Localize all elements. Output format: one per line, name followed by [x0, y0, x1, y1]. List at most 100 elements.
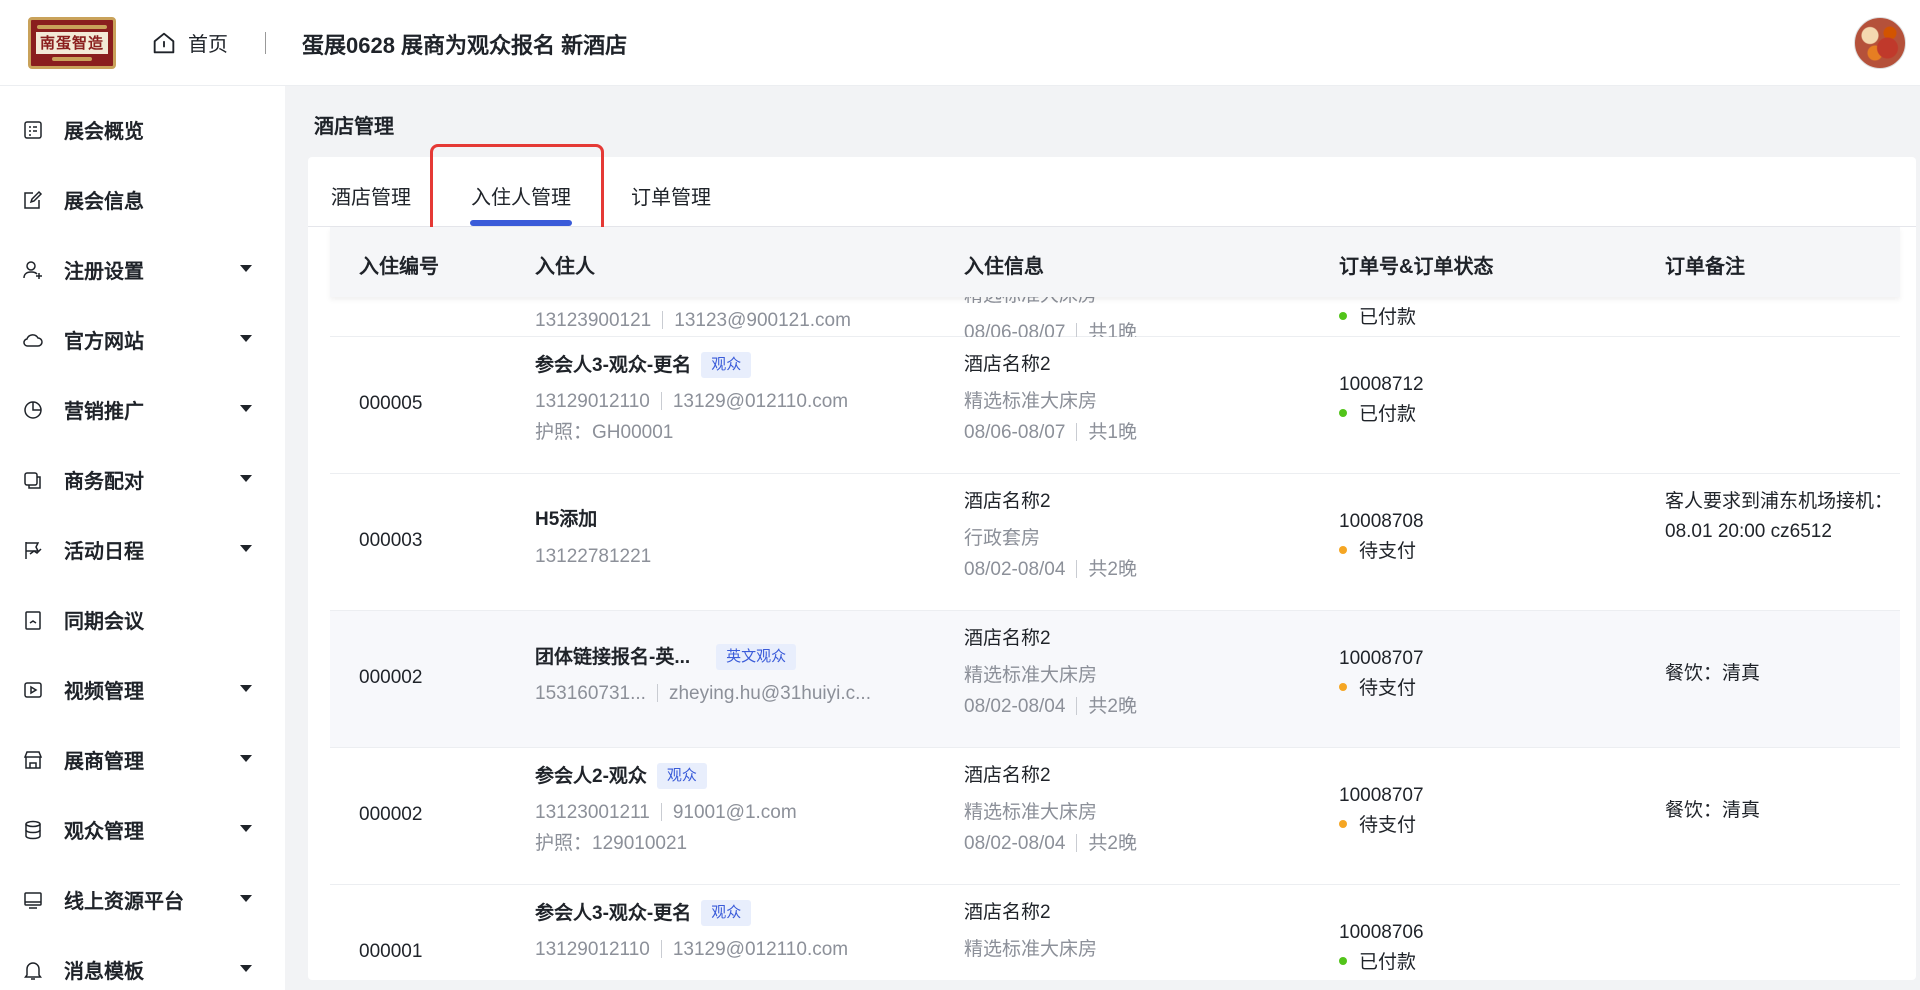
home-link[interactable]: 首页: [150, 28, 228, 57]
guest-id: 000001: [359, 941, 423, 962]
content-panel: 酒店管理 入住人管理 订单管理 入住编号 入住人 入住信息 订单号&订单状态 订…: [308, 157, 1916, 980]
sidebar-item-conferences[interactable]: 同期会议: [0, 594, 285, 644]
order-remark: 餐饮：清真: [1665, 800, 1761, 821]
caret-down-icon: [240, 545, 252, 552]
table-row[interactable]: 000001 参会人3-观众-更名 观众 13129012110 13129@012…: [330, 885, 1900, 980]
separator: [1076, 560, 1078, 578]
column-header-order: 订单号&订单状态: [1339, 256, 1494, 278]
sidebar-item-label: 展商管理: [64, 750, 144, 773]
guest-phone: 13123900121: [535, 310, 652, 331]
sidebar-item-website[interactable]: 官方网站: [0, 314, 285, 364]
room-type: 精选标准大床房: [964, 665, 1098, 686]
status-text: 待支付: [1359, 678, 1417, 699]
separator: [1076, 834, 1078, 852]
caret-down-icon: [240, 965, 252, 972]
brand-logo[interactable]: 南蛋智造: [28, 17, 116, 69]
hotel-name: 酒店名称2: [964, 354, 1051, 375]
night-count: 共1晚: [1088, 422, 1137, 443]
sidebar-item-marketing[interactable]: 营销推广: [0, 384, 285, 434]
status-dot: [1339, 312, 1347, 320]
table-row[interactable]: 000002 参会人2-观众 观众 13123001211 91001@1.com …: [330, 748, 1900, 885]
sidebar-item-exhibitors[interactable]: 展商管理: [0, 734, 285, 784]
order-status: 待支付: [1339, 539, 1416, 565]
tab-order-management[interactable]: 订单管理: [631, 181, 711, 210]
separator: [1076, 697, 1078, 715]
guest-name-line: 参会人2-观众 观众: [535, 763, 707, 790]
table-header: 入住编号 入住人 入住信息 订单号&订单状态 订单备注: [330, 227, 1900, 297]
room-type: 精选标准大床房: [964, 802, 1098, 823]
guest-email: zheying.hu@31huiyi.c...: [668, 683, 871, 704]
room-type: 精选标准大床房: [964, 939, 1098, 960]
sidebar-item-online-resources[interactable]: 线上资源平台: [0, 874, 285, 924]
sidebar-item-label: 展会概览: [64, 120, 144, 143]
sidebar-item-visitors[interactable]: 观众管理: [0, 804, 285, 854]
order-remark: 餐饮：清真: [1665, 663, 1761, 684]
guest-name-line: 团体链接报名-英... 英文观众: [535, 644, 797, 671]
table-row[interactable]: 000002 团体链接报名-英... 英文观众 153160731... zheyi…: [330, 611, 1900, 748]
caret-down-icon: [240, 405, 252, 412]
user-add-icon: [23, 261, 42, 279]
guest-name[interactable]: 参会人3-观众-更名: [535, 903, 691, 924]
cloud-icon: [23, 334, 43, 347]
stay-dates: 08/06-08/07 共1晚: [964, 420, 1137, 446]
table-row[interactable]: 000005 参会人3-观众-更名 观众 13129012110 13129@012…: [330, 337, 1900, 474]
guest-phone: 153160731...: [535, 683, 646, 704]
chat-icon: [24, 472, 41, 489]
column-header-id: 入住编号: [359, 256, 439, 278]
overview-icon: [24, 121, 42, 139]
sidebar-item-message-templates[interactable]: 消息模板: [0, 944, 285, 990]
stay-dates: 08/02-08/04 共2晚: [964, 557, 1137, 583]
table-body: 13123900121 13123@900121.com 精选标准大床房 08/0…: [330, 297, 1900, 980]
sidebar-item-info[interactable]: 展会信息: [0, 174, 285, 224]
sidebar-item-matchmaking[interactable]: 商务配对: [0, 454, 285, 504]
hotel-name: 酒店名称2: [964, 628, 1051, 649]
status-text: 已付款: [1359, 404, 1417, 425]
home-label: 首页: [188, 34, 228, 56]
status-text: 待支付: [1359, 541, 1417, 562]
sidebar-item-label: 消息模板: [64, 960, 144, 983]
table-row[interactable]: 1312390012113123@900121.com 精选标准大床房 08/0…: [330, 297, 1900, 343]
status-text: 待支付: [1359, 815, 1417, 836]
order-status: 待支付: [1339, 813, 1416, 839]
guest-contact: 153160731... zheying.hu@31huiyi.c...: [535, 681, 871, 707]
guest-type-tag: 观众: [656, 763, 707, 789]
guest-name[interactable]: 参会人3-观众-更名: [535, 355, 691, 376]
guest-passport: 护照：GH00001: [535, 422, 674, 443]
page-title: 酒店管理: [314, 116, 394, 138]
night-count: 共2晚: [1088, 696, 1137, 717]
sidebar-item-schedule[interactable]: 活动日程: [0, 524, 285, 574]
sidebar-item-label: 商务配对: [64, 470, 144, 493]
guest-type-tag: 英文观众: [716, 644, 797, 670]
separator: [656, 684, 658, 702]
date-range: 08/02-08/04: [964, 696, 1066, 717]
store-icon: [23, 751, 43, 769]
status-dot: [1339, 957, 1347, 965]
sidebar-item-video[interactable]: 视频管理: [0, 664, 285, 714]
order-number: 10008707: [1339, 648, 1424, 669]
caret-down-icon: [240, 825, 252, 832]
table-row[interactable]: 000003 H5添加 13122781221 酒店名称2 行政套房 08/02…: [330, 474, 1900, 611]
hotel-name: 酒店名称2: [964, 902, 1051, 923]
user-avatar[interactable]: [1854, 17, 1906, 69]
sidebar-item-overview[interactable]: 展会概览: [0, 104, 285, 154]
guest-email: 13129@012110.com: [672, 391, 849, 412]
status-dot: [1339, 820, 1347, 828]
edit-doc-icon: [24, 190, 43, 209]
caret-down-icon: [240, 895, 252, 902]
separator: [660, 803, 662, 821]
guest-id: 000003: [359, 530, 423, 551]
guest-contact: 13123900121 13123@900121.com: [535, 308, 851, 334]
sidebar-item-registration[interactable]: 注册设置: [0, 244, 285, 294]
night-count: 共2晚: [1088, 559, 1137, 580]
guest-phone: 13129012110: [535, 939, 650, 960]
tab-hotel-management[interactable]: 酒店管理: [331, 181, 411, 210]
guest-name[interactable]: 参会人2-观众: [535, 766, 647, 787]
guest-id: 000002: [359, 804, 423, 825]
logo-ornament: [37, 25, 107, 29]
header-divider: [265, 32, 266, 54]
guest-name[interactable]: 团体链接报名-英...: [535, 647, 690, 668]
order-number: 10008707: [1339, 785, 1424, 806]
video-icon: [24, 682, 42, 698]
room-type: 精选标准大床房: [964, 391, 1098, 412]
guest-name[interactable]: H5添加: [535, 507, 597, 533]
